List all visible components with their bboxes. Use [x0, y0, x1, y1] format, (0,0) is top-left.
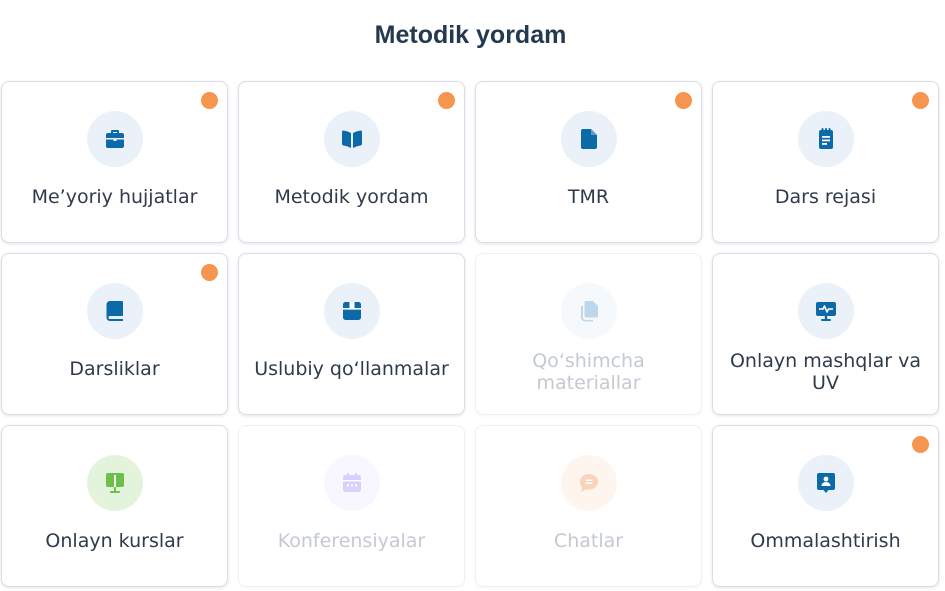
card-tmr[interactable]: TMR [475, 81, 702, 243]
notification-dot [912, 436, 929, 453]
card-onlayn-mashqlar[interactable]: Onlayn mashqlar va UV [712, 253, 939, 415]
calendar-icon [342, 473, 361, 492]
icon-badge [323, 283, 380, 339]
chat-icon [579, 474, 598, 492]
card-label: Chatlar [553, 530, 624, 552]
card-ommalashtirish[interactable]: Ommalashtirish [712, 425, 939, 587]
card-meyoriy-hujjatlar[interactable]: Me’yoriy hujjatlar [1, 81, 228, 243]
icon-badge [560, 111, 617, 167]
card-label: Dars rejasi [774, 186, 877, 208]
card-grid: Me’yoriy hujjatlar Metodik yordam TMR Da… [1, 81, 939, 587]
card-konferensiyalar: Konferensiyalar [238, 425, 465, 587]
icon-badge [560, 455, 617, 511]
id-badge-icon [816, 473, 835, 493]
icon-badge [323, 111, 380, 167]
card-uslubiy-qollanmalar[interactable]: Uslubiy qo‘llanmalar [238, 253, 465, 415]
notepad-icon [818, 128, 833, 149]
card-label: Qo‘shimcha materiallar [532, 350, 645, 394]
card-chatlar: Chatlar [475, 425, 702, 587]
card-label: Me’yoriy hujjatlar [31, 186, 198, 208]
chalkboard-icon [105, 473, 124, 493]
book-icon [106, 301, 123, 321]
card-darsliklar[interactable]: Darsliklar [1, 253, 228, 415]
box-icon [342, 302, 361, 320]
page-title: Metodik yordam [374, 21, 567, 49]
card-label: Onlayn mashqlar va UV [729, 350, 922, 394]
card-onlayn-kurslar[interactable]: Onlayn kurslar [1, 425, 228, 587]
card-label: Metodik yordam [274, 186, 429, 208]
icon-badge [797, 111, 854, 167]
card-label: Ommalashtirish [750, 530, 901, 552]
notification-dot [912, 92, 929, 109]
card-label: TMR [567, 186, 610, 208]
card-label: Onlayn kurslar [45, 530, 184, 552]
notification-dot [201, 92, 218, 109]
notification-dot [201, 264, 218, 281]
file-icon [580, 129, 597, 149]
card-label: Darsliklar [69, 358, 160, 380]
icon-badge [86, 455, 143, 511]
monitor-pulse-icon [815, 302, 836, 321]
copy-icon [580, 301, 598, 322]
icon-badge [797, 283, 854, 339]
card-dars-rejasi[interactable]: Dars rejasi [712, 81, 939, 243]
icon-badge [323, 455, 380, 511]
card-label: Uslubiy qo‘llanmalar [254, 358, 449, 380]
card-label: Konferensiyalar [277, 530, 426, 552]
icon-badge [86, 283, 143, 339]
notification-dot [438, 92, 455, 109]
icon-badge [86, 111, 143, 167]
card-metodik-yordam[interactable]: Metodik yordam [238, 81, 465, 243]
briefcase-icon [105, 130, 124, 148]
icon-badge [797, 455, 854, 511]
icon-badge [560, 283, 617, 339]
notification-dot [675, 92, 692, 109]
card-qoshimcha-materiallar: Qo‘shimcha materiallar [475, 253, 702, 415]
book-open-icon [341, 130, 362, 148]
